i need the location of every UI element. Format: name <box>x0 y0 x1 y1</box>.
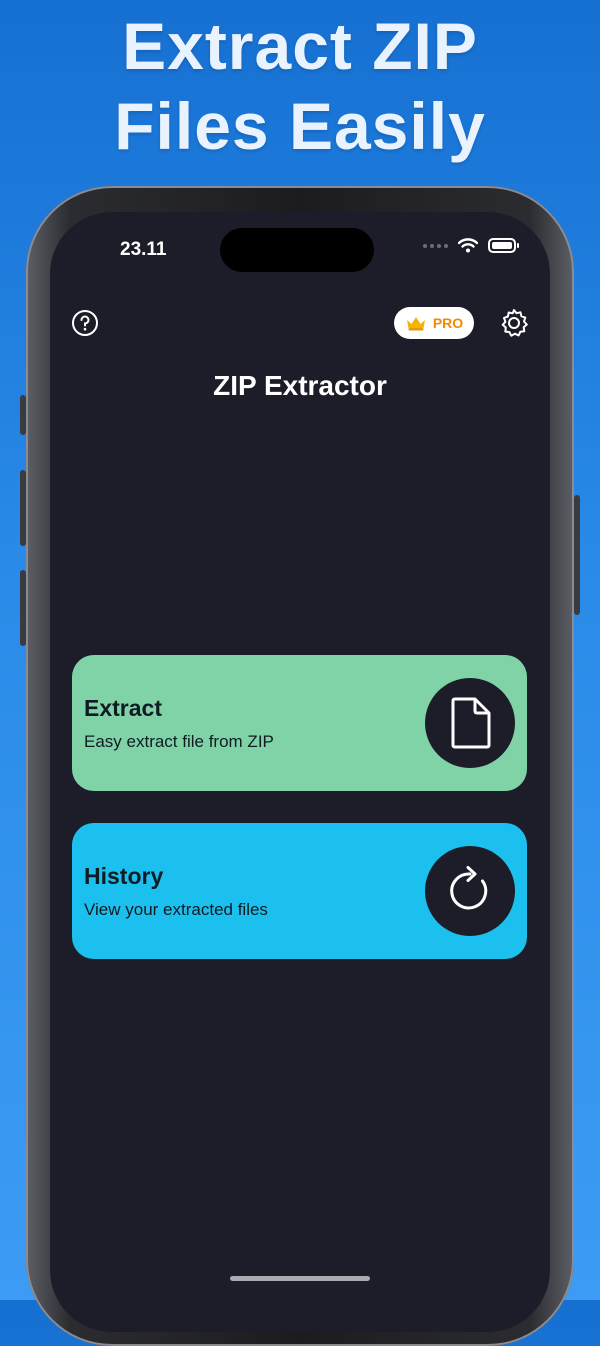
promo-headline: Extract ZIP Files Easily <box>0 6 600 166</box>
extract-card[interactable]: Extract Easy extract file from ZIP <box>72 655 527 791</box>
phone-volume-down-button <box>20 570 26 646</box>
battery-icon <box>488 238 519 253</box>
pro-label: PRO <box>432 315 464 331</box>
phone-action-button <box>20 395 26 435</box>
pro-upgrade-button[interactable]: PRO <box>394 307 474 339</box>
help-button[interactable] <box>71 309 99 337</box>
refresh-icon <box>450 866 488 910</box>
home-indicator[interactable] <box>230 1276 370 1281</box>
gear-icon <box>501 309 528 337</box>
promo-headline-line-1: Extract ZIP <box>122 9 478 83</box>
crown-icon <box>406 317 425 331</box>
dynamic-island <box>220 228 374 272</box>
history-card-subtitle: View your extracted files <box>84 900 268 919</box>
phone-power-button <box>574 495 580 615</box>
app-title: ZIP Extractor <box>213 370 387 401</box>
signal-dots-icon <box>423 243 448 248</box>
status-icons <box>423 238 519 253</box>
document-icon <box>451 697 491 749</box>
history-icon-circle <box>425 846 515 936</box>
extract-card-title: Extract <box>84 695 162 721</box>
promo-headline-line-2: Files Easily <box>114 89 486 163</box>
extract-icon-circle <box>425 678 515 768</box>
settings-button[interactable] <box>498 307 530 339</box>
history-card-title: History <box>84 863 164 889</box>
extract-card-subtitle: Easy extract file from ZIP <box>84 732 274 751</box>
question-circle-icon <box>72 310 98 336</box>
phone-screen: 23.11 PRO ZIP Extractor Extract Easy ext… <box>50 212 550 1332</box>
wifi-icon <box>458 238 478 253</box>
phone-volume-up-button <box>20 470 26 546</box>
status-time: 23.11 <box>120 239 167 260</box>
history-card[interactable]: History View your extracted files <box>72 823 527 959</box>
